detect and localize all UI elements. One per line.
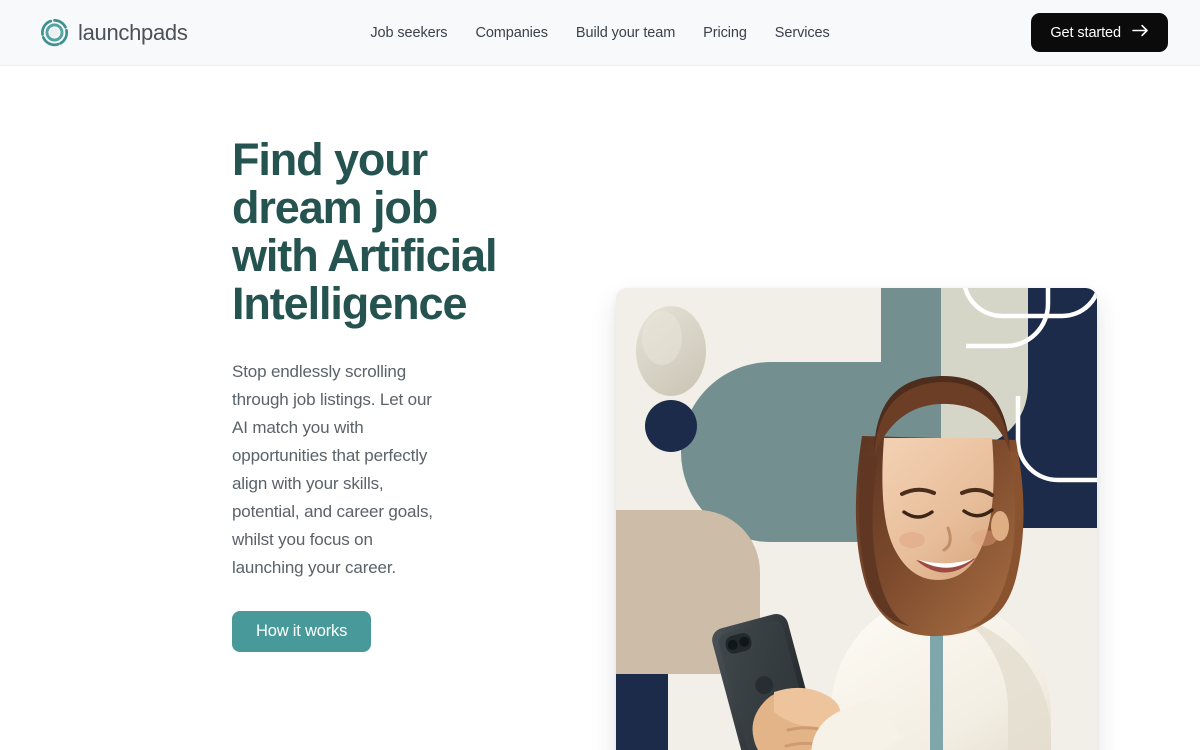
page-title: Find your dream job with Artificial Inte… <box>232 134 497 329</box>
brand-logo[interactable]: launchpads <box>40 18 188 47</box>
nav-item-companies[interactable]: Companies <box>461 17 561 49</box>
site-header: launchpads Job seekers Companies Build y… <box>0 0 1200 66</box>
get-started-label: Get started <box>1050 24 1121 41</box>
hero-copy: Find your dream job with Artificial Inte… <box>232 136 672 652</box>
nav-item-services[interactable]: Services <box>761 17 844 49</box>
nav-item-build-your-team[interactable]: Build your team <box>562 17 689 49</box>
arrow-right-icon <box>1132 24 1149 41</box>
brand-name: launchpads <box>78 19 188 45</box>
nav-item-pricing[interactable]: Pricing <box>689 17 761 49</box>
primary-navigation: Job seekers Companies Build your team Pr… <box>356 17 843 49</box>
hero-image-container <box>616 288 1097 750</box>
launchpads-swirl-icon <box>40 18 69 47</box>
get-started-button[interactable]: Get started <box>1031 13 1168 52</box>
how-it-works-button[interactable]: How it works <box>232 611 372 652</box>
header-cta-container: Get started <box>1031 13 1168 52</box>
nav-item-job-seekers[interactable]: Job seekers <box>356 17 461 49</box>
hero-section: Find your dream job with Artificial Inte… <box>0 66 1200 750</box>
hero-description: Stop endlessly scrolling through job lis… <box>232 362 433 577</box>
hero-image <box>616 288 1097 750</box>
